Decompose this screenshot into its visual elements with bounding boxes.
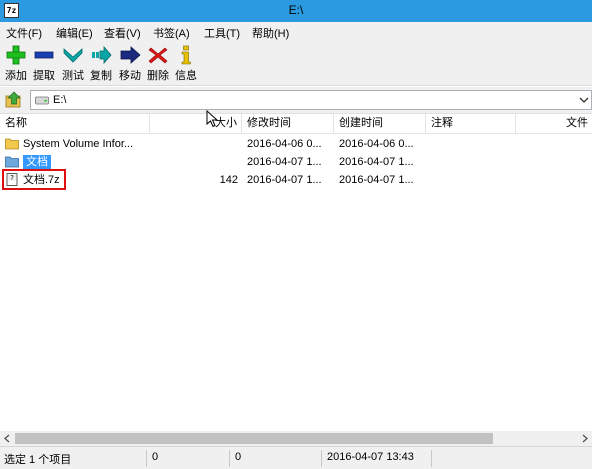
- menu-help[interactable]: 帮助(H): [252, 25, 289, 41]
- status-divider: [431, 450, 432, 467]
- add-icon: [6, 45, 26, 65]
- window-title: E:\: [288, 3, 304, 17]
- status-selection: 选定 1 个项目: [4, 454, 72, 466]
- extract-button[interactable]: 提取: [30, 45, 58, 85]
- file-modified: 2016-04-07 1...: [247, 156, 322, 168]
- address-field[interactable]: E:\: [30, 90, 592, 110]
- selected-name: 文档: [23, 155, 51, 170]
- file-name: 文档.7z: [23, 174, 60, 186]
- test-button[interactable]: 测试: [59, 45, 87, 85]
- address-bar: E:\: [0, 87, 592, 113]
- scrollbar-thumb[interactable]: [15, 433, 493, 444]
- file-modified: 2016-04-06 0...: [247, 138, 322, 150]
- mouse-cursor-icon: [206, 110, 219, 128]
- file-row[interactable]: System Volume Infor... 2016-04-06 0... 2…: [0, 135, 592, 153]
- column-name[interactable]: 名称: [0, 114, 150, 134]
- menu-edit[interactable]: 编辑(E): [56, 25, 93, 41]
- extract-icon: [34, 51, 54, 59]
- copy-label: 复制: [90, 70, 112, 82]
- folder-icon: [5, 156, 19, 168]
- copy-button[interactable]: 复制: [87, 45, 115, 85]
- status-datetime: 2016-04-07 13:43: [327, 451, 414, 463]
- copy-icon: [92, 45, 112, 65]
- status-divider: [321, 450, 322, 467]
- file-row[interactable]: 文档 2016-04-07 1... 2016-04-07 1...: [0, 153, 592, 171]
- column-size[interactable]: 大小: [150, 114, 242, 134]
- title-bar: 7z E:\: [0, 0, 592, 22]
- extract-label: 提取: [33, 70, 55, 82]
- horizontal-scrollbar[interactable]: [0, 431, 592, 446]
- status-divider: [229, 450, 230, 467]
- svg-text:?: ?: [10, 174, 14, 182]
- move-icon: [120, 46, 141, 64]
- file-size: [150, 153, 238, 171]
- column-modified[interactable]: 修改时间: [242, 114, 334, 134]
- address-path: E:\: [53, 94, 67, 106]
- menu-bookmarks[interactable]: 书签(A): [153, 25, 190, 41]
- status-divider: [146, 450, 147, 467]
- info-icon: [181, 45, 191, 65]
- drive-icon: [35, 96, 49, 105]
- status-bar: 选定 1 个项目 0 0 2016-04-07 13:43: [0, 446, 592, 469]
- archive-file-icon: ?: [6, 173, 18, 186]
- file-created: 2016-04-06 0...: [339, 138, 414, 150]
- toolbar: 添加 提取 测试 复制 移动 删除 信息: [0, 42, 592, 86]
- menu-tools[interactable]: 工具(T): [204, 25, 240, 41]
- column-created[interactable]: 创建时间: [334, 114, 426, 134]
- file-size: [150, 135, 238, 153]
- test-label: 测试: [62, 70, 84, 82]
- scroll-right-icon[interactable]: [580, 434, 589, 443]
- scroll-left-icon[interactable]: [3, 434, 12, 443]
- menu-view[interactable]: 查看(V): [104, 25, 141, 41]
- menu-file[interactable]: 文件(F): [6, 25, 42, 41]
- column-file[interactable]: 文件: [516, 114, 592, 134]
- file-name: System Volume Infor...: [23, 138, 134, 150]
- file-row[interactable]: ? 文档.7z 142 2016-04-07 1... 2016-04-07 1…: [0, 169, 592, 190]
- up-folder-icon[interactable]: [5, 91, 23, 109]
- delete-label: 删除: [147, 70, 169, 82]
- status-packed: 0: [235, 451, 242, 463]
- info-label: 信息: [175, 70, 197, 82]
- file-list[interactable]: 名称 大小 修改时间 创建时间 注释 文件 System Volume Info…: [0, 113, 592, 431]
- folder-icon: [5, 138, 19, 150]
- move-label: 移动: [119, 70, 141, 82]
- column-header: 名称 大小 修改时间 创建时间 注释 文件: [0, 114, 592, 134]
- status-size: 0: [152, 451, 159, 463]
- menu-bar: 文件(F) 编辑(E) 查看(V) 书签(A) 工具(T) 帮助(H): [0, 22, 592, 42]
- test-icon: [63, 48, 83, 63]
- delete-icon: [148, 47, 168, 64]
- move-button[interactable]: 移动: [116, 45, 144, 85]
- file-modified: 2016-04-07 1...: [247, 174, 322, 186]
- info-button[interactable]: 信息: [172, 45, 200, 85]
- file-created: 2016-04-07 1...: [339, 156, 414, 168]
- chevron-down-icon[interactable]: [579, 95, 589, 105]
- file-size: 142: [219, 174, 238, 186]
- column-comment[interactable]: 注释: [426, 114, 516, 134]
- add-label: 添加: [5, 70, 27, 82]
- file-created: 2016-04-07 1...: [339, 174, 414, 186]
- add-button[interactable]: 添加: [2, 45, 30, 85]
- delete-button[interactable]: 删除: [144, 45, 172, 85]
